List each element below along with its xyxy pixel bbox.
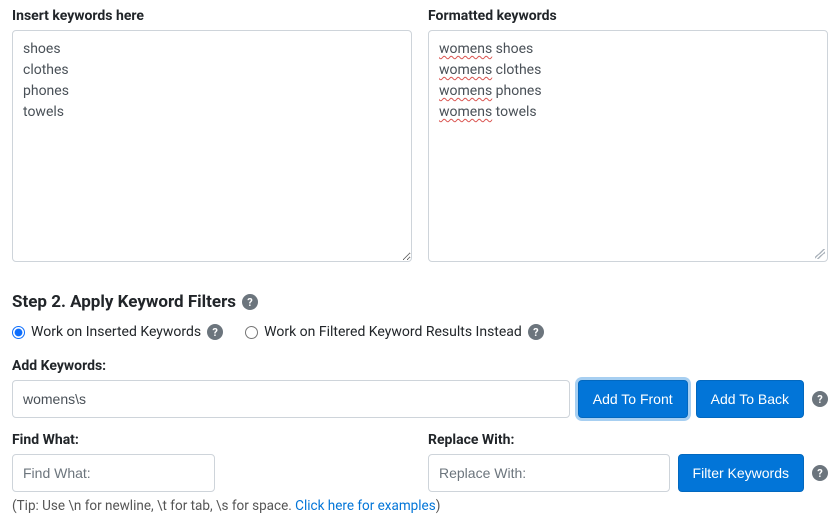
tip-examples-link[interactable]: Click here for examples	[295, 498, 436, 514]
add-keywords-label: Add Keywords:	[12, 358, 828, 374]
help-icon[interactable]: ?	[242, 294, 258, 310]
tip-suffix: )	[436, 498, 441, 514]
help-icon[interactable]: ?	[812, 465, 828, 481]
radio-filtered-results[interactable]	[245, 326, 258, 339]
step2-heading-text: Step 2. Apply Keyword Filters	[12, 292, 236, 312]
tip-text: (Tip: Use \n for newline, \t for tab, \s…	[12, 498, 828, 514]
radio-filtered-label[interactable]: Work on Filtered Keyword Results Instead	[264, 324, 522, 340]
output-keywords-box[interactable]: womens shoeswomens clotheswomens phonesw…	[428, 30, 828, 262]
help-icon[interactable]: ?	[812, 391, 828, 407]
step2-heading: Step 2. Apply Keyword Filters ?	[12, 292, 828, 312]
input-keywords-label: Insert keywords here	[12, 8, 412, 24]
find-what-input[interactable]	[12, 454, 215, 492]
radio-inserted-label[interactable]: Work on Inserted Keywords	[31, 324, 201, 340]
add-to-back-button[interactable]: Add To Back	[696, 380, 804, 418]
help-icon[interactable]: ?	[528, 324, 544, 340]
replace-with-input[interactable]	[428, 454, 670, 492]
find-what-label: Find What:	[12, 432, 412, 448]
filter-keywords-button[interactable]: Filter Keywords	[678, 454, 804, 492]
help-icon[interactable]: ?	[207, 324, 223, 340]
add-keywords-input[interactable]	[12, 380, 570, 418]
output-keywords-label: Formatted keywords	[428, 8, 828, 24]
input-keywords-textarea[interactable]	[12, 30, 412, 262]
replace-with-label: Replace With:	[428, 432, 828, 448]
radio-inserted-keywords[interactable]	[12, 326, 25, 339]
tip-prefix: (Tip: Use \n for newline, \t for tab, \s…	[12, 498, 295, 514]
work-on-radio-group: Work on Inserted Keywords ? Work on Filt…	[12, 324, 828, 340]
add-to-front-button[interactable]: Add To Front	[578, 380, 688, 418]
